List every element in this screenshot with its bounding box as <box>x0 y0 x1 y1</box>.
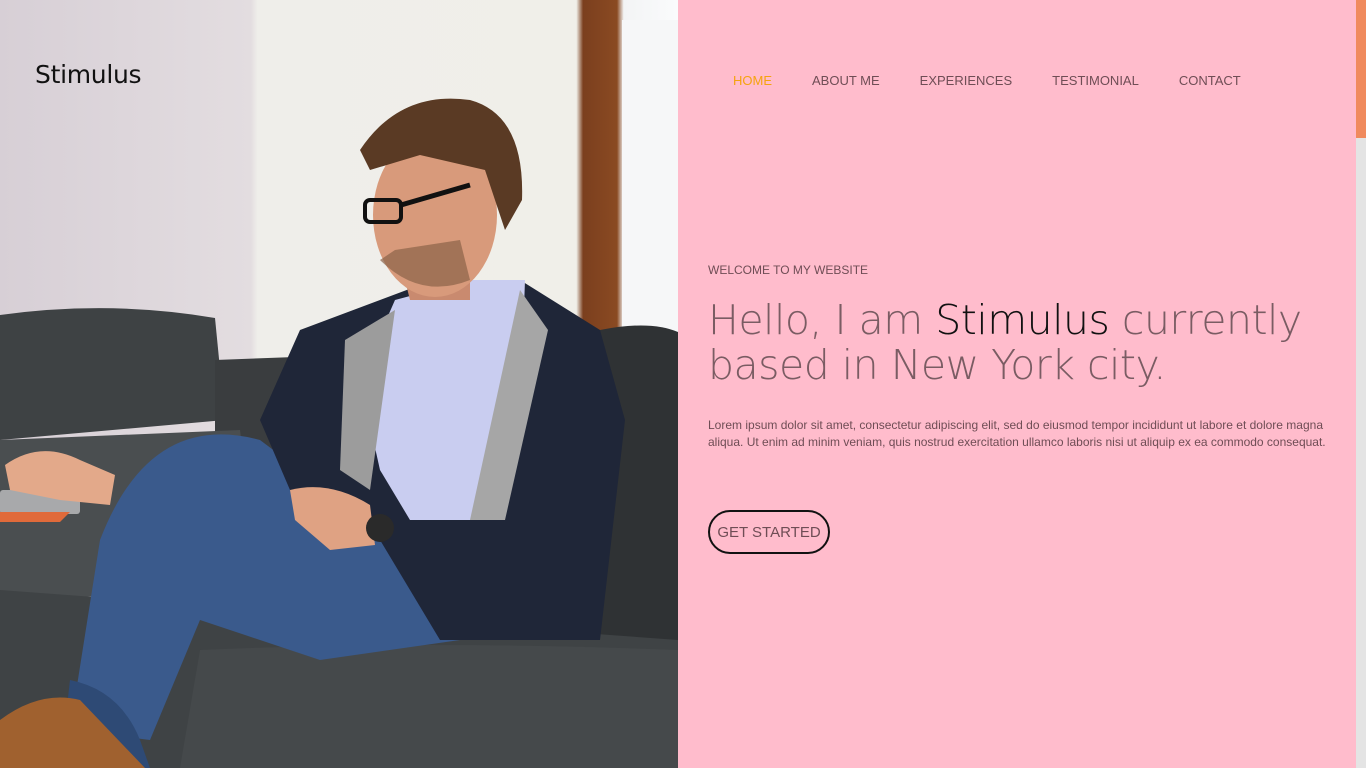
hero-headline: Hello, I am Stimulus currently based in … <box>708 298 1308 388</box>
nav-item-about-me[interactable]: ABOUT ME <box>812 73 880 88</box>
hero-description: Lorem ipsum dolor sit amet, consectetur … <box>708 418 1326 449</box>
man-on-couch-illustration <box>0 20 678 768</box>
scrollbar-thumb[interactable] <box>1356 0 1366 138</box>
hero-content: HOME ABOUT ME EXPERIENCES TESTIMONIAL CO… <box>678 0 1356 768</box>
headline-name: Stimulus <box>935 296 1110 344</box>
get-started-button[interactable]: GET STARTED <box>708 510 830 554</box>
headline-intro: Hello, I am <box>708 296 936 344</box>
brand-logo[interactable]: Stimulus <box>35 60 142 89</box>
nav-item-experiences[interactable]: EXPERIENCES <box>920 73 1012 88</box>
nav-item-testimonial[interactable]: TESTIMONIAL <box>1052 73 1139 88</box>
main-nav: HOME ABOUT ME EXPERIENCES TESTIMONIAL CO… <box>733 73 1241 88</box>
nav-item-contact[interactable]: CONTACT <box>1179 73 1241 88</box>
nav-item-home[interactable]: HOME <box>733 73 772 88</box>
hero-photo: Stimulus <box>0 0 678 768</box>
welcome-eyebrow: WELCOME TO MY WEBSITE <box>708 263 869 277</box>
page-scrollbar[interactable] <box>1356 0 1366 768</box>
